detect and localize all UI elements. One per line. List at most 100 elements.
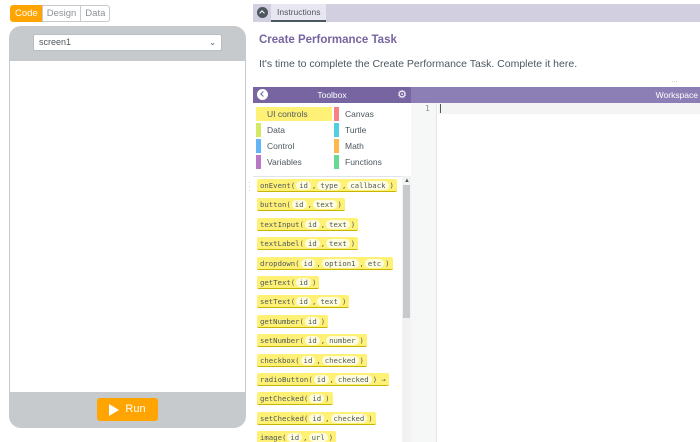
block-separator: ,	[320, 219, 326, 229]
block-function-name: setNumber(	[260, 336, 304, 346]
tab-instructions[interactable]: Instructions	[271, 4, 327, 22]
block-parameter[interactable]: id	[296, 297, 311, 307]
run-button[interactable]: Run	[97, 398, 158, 421]
block-close-paren: )	[337, 200, 342, 210]
panel-resize-handle[interactable]: · · ·	[248, 179, 251, 195]
category-canvas[interactable]: Canvas	[334, 107, 380, 121]
block-parameter[interactable]: id	[296, 278, 311, 287]
block-separator: ,	[316, 355, 321, 365]
category-label: Canvas	[345, 109, 374, 119]
block-function-name: image(	[260, 433, 287, 442]
instructions-resize-handle[interactable]: ···	[671, 77, 691, 86]
code-editor[interactable]	[438, 103, 700, 442]
code-block-settext[interactable]: setText(id, text)	[257, 295, 350, 309]
block-separator: ,	[311, 297, 317, 307]
category-variables[interactable]: Variables	[256, 155, 308, 169]
active-line-highlight	[438, 103, 700, 114]
code-block-textlabel[interactable]: textLabel(id, text)	[257, 237, 359, 251]
block-parameter[interactable]: checked	[330, 413, 368, 423]
block-parameter[interactable]: text	[312, 200, 337, 210]
block-parameter[interactable]: id	[300, 355, 316, 365]
block-parameter[interactable]: id	[304, 239, 320, 249]
block-separator: ,	[320, 336, 326, 346]
block-parameter[interactable]: checked	[321, 355, 359, 365]
category-turtle[interactable]: Turtle	[334, 123, 372, 137]
text-caret	[440, 104, 441, 113]
collapse-instructions-icon[interactable]	[257, 7, 268, 18]
design-mode-button[interactable]: Design	[41, 5, 82, 22]
block-parameter[interactable]: etc	[364, 258, 385, 268]
block-close-paren: )	[350, 219, 356, 229]
code-block-dropdown[interactable]: dropdown(id, option1, etc)	[257, 256, 393, 270]
block-parameter[interactable]: url	[308, 433, 328, 442]
block-close-paren: )	[385, 258, 390, 268]
category-math[interactable]: Math	[334, 139, 370, 153]
scroll-up-icon[interactable]: ▲	[404, 178, 410, 184]
code-block-onevent[interactable]: onEvent(id, type, callback)	[257, 179, 397, 192]
block-function-name: onEvent(	[260, 181, 296, 190]
block-parameter[interactable]: number	[326, 336, 359, 346]
block-close-paren: )	[325, 394, 330, 404]
code-block-button[interactable]: button(id, text)	[257, 198, 345, 212]
block-parameter[interactable]: callback	[347, 181, 389, 190]
block-parameter[interactable]: type	[317, 181, 341, 190]
code-block-getnumber[interactable]: getNumber(id)	[257, 314, 329, 328]
run-button-label: Run	[125, 403, 146, 415]
block-function-name: getNumber(	[260, 316, 304, 326]
code-block-textinput[interactable]: textInput(id, text)	[257, 217, 359, 231]
block-parameter[interactable]: id	[296, 181, 311, 190]
category-ui-controls[interactable]: UI controls	[256, 107, 332, 121]
category-label: Math	[345, 141, 364, 151]
code-block-checkbox[interactable]: checkbox(id, checked)	[257, 353, 367, 367]
gear-icon[interactable]: ⚙	[397, 88, 407, 102]
block-separator: ,	[316, 258, 321, 268]
instructions-text: It's time to complete the Create Perform…	[259, 58, 578, 70]
chevron-down-icon: ⌄	[209, 38, 216, 47]
block-parameter[interactable]: id	[304, 219, 320, 229]
category-label: Data	[267, 125, 285, 135]
mode-tabs: Code Design Data	[10, 5, 111, 22]
instructions-header: Instructions	[253, 4, 700, 22]
instructions-title: Create Performance Task	[259, 34, 397, 46]
block-close-paren: )	[359, 336, 364, 346]
block-parameter[interactable]: checked	[334, 375, 372, 384]
category-control[interactable]: Control	[256, 139, 300, 153]
block-close-paren: )	[311, 278, 317, 287]
block-parameter[interactable]: text	[317, 297, 341, 307]
code-block-setnumber[interactable]: setNumber(id, number)	[257, 334, 367, 348]
code-block-gettext[interactable]: getText(id)	[257, 276, 320, 289]
block-function-name: setText(	[260, 297, 296, 307]
block-parameter[interactable]: id	[300, 258, 316, 268]
block-close-paren: )	[341, 297, 347, 307]
category-label: Functions	[345, 157, 382, 167]
category-label: UI controls	[267, 109, 308, 119]
block-function-name: radioButton(	[260, 375, 313, 384]
block-parameter[interactable]: option1	[321, 258, 359, 268]
category-label: Turtle	[345, 125, 367, 135]
block-parameter[interactable]: id	[287, 433, 303, 442]
app-screen[interactable]	[10, 61, 245, 392]
category-functions[interactable]: Functions	[334, 155, 388, 169]
block-separator: ,	[307, 200, 312, 210]
block-separator: ,	[325, 413, 330, 423]
block-parameter[interactable]: id	[291, 200, 307, 210]
code-block-image[interactable]: image(id, url)	[257, 431, 337, 442]
block-parameter[interactable]: id	[313, 375, 329, 384]
code-block-radiobutton[interactable]: radioButton(id, checked) →	[257, 373, 389, 386]
block-parameter[interactable]: text	[326, 219, 350, 229]
screen-dropdown[interactable]: screen1 ⌄	[33, 34, 222, 51]
block-separator: ,	[311, 181, 317, 190]
block-parameter[interactable]: id	[309, 394, 325, 404]
block-parameter[interactable]: text	[326, 239, 350, 249]
code-mode-button[interactable]: Code	[10, 5, 43, 22]
data-mode-button[interactable]: Data	[80, 5, 111, 22]
category-data[interactable]: Data	[256, 123, 291, 137]
block-parameter[interactable]: id	[304, 336, 320, 346]
toolbox-title: Toolbox	[317, 90, 347, 100]
palette-scrollbar-thumb[interactable]	[403, 185, 410, 318]
block-parameter[interactable]: id	[309, 413, 325, 423]
block-function-name: checkbox(	[260, 355, 300, 365]
code-block-setchecked[interactable]: setChecked(id, checked)	[257, 411, 376, 425]
code-block-getchecked[interactable]: getChecked(id)	[257, 392, 333, 406]
block-parameter[interactable]: id	[304, 316, 320, 326]
